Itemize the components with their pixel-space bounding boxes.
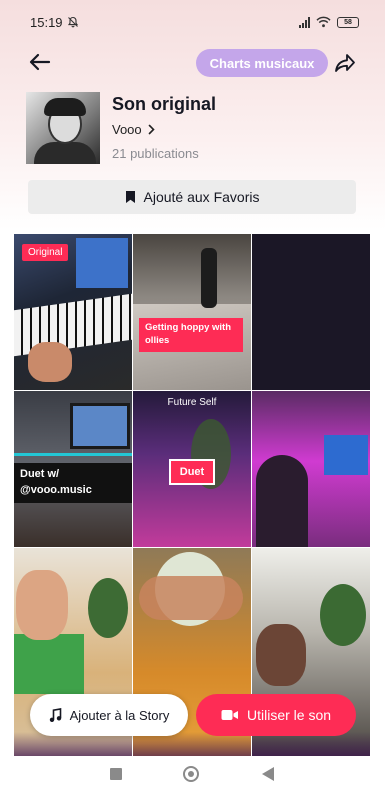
charts-button[interactable]: Charts musicaux: [196, 49, 328, 77]
artist-link[interactable]: Vooo: [112, 122, 155, 137]
video-tile[interactable]: Getting hoppy with ollies: [133, 234, 251, 390]
signal-icon: [299, 16, 310, 28]
video-grid: Original Getting hoppy with ollies Duet …: [14, 234, 370, 756]
status-time: 15:19: [30, 14, 63, 30]
video-caption: Duet w/ @vooo.music: [14, 463, 132, 503]
video-caption: Future Self: [167, 397, 217, 408]
status-bar: 15:19 58: [0, 0, 385, 44]
music-note-icon: [49, 707, 61, 722]
video-caption: Getting hoppy with ollies: [139, 318, 243, 352]
battery-icon: 58: [337, 16, 359, 28]
home-icon[interactable]: [183, 766, 199, 782]
share-button[interactable]: [331, 49, 359, 77]
bookmark-icon: [125, 191, 135, 203]
top-header: Charts musicaux: [0, 44, 385, 80]
recent-apps-icon[interactable]: [110, 768, 122, 780]
publication-count: 21 publications: [112, 146, 199, 161]
video-tile[interactable]: [252, 391, 370, 547]
video-camera-icon: [221, 710, 238, 720]
system-nav-bar: [0, 757, 385, 793]
share-arrow-icon: [335, 54, 355, 72]
artist-name: Vooo: [112, 122, 142, 137]
video-tile[interactable]: Future Self Duet: [133, 391, 251, 547]
mute-bell-icon: [67, 16, 78, 28]
add-to-story-label: Ajouter à la Story: [69, 707, 170, 723]
back-button[interactable]: [26, 48, 54, 76]
use-sound-label: Utiliser le son: [246, 707, 332, 723]
chevron-right-icon: [148, 124, 155, 135]
video-tile[interactable]: Duet w/ @vooo.music: [14, 391, 132, 547]
video-tile[interactable]: [252, 234, 370, 390]
arrow-left-icon: [29, 53, 51, 71]
favorites-button[interactable]: Ajouté aux Favoris: [28, 180, 356, 214]
use-sound-button[interactable]: Utiliser le son: [196, 694, 356, 736]
add-to-story-button[interactable]: Ajouter à la Story: [30, 694, 188, 736]
favorites-label: Ajouté aux Favoris: [143, 189, 260, 205]
status-right: 58: [299, 16, 359, 28]
duet-badge: Duet: [169, 459, 215, 485]
back-triangle-icon[interactable]: [262, 767, 274, 781]
sound-title: Son original: [112, 94, 217, 114]
status-left: 15:19: [30, 15, 79, 30]
sound-cover-image: [26, 92, 100, 164]
video-tile[interactable]: Original: [14, 234, 132, 390]
wifi-icon: [316, 16, 331, 28]
original-badge: Original: [22, 244, 69, 261]
